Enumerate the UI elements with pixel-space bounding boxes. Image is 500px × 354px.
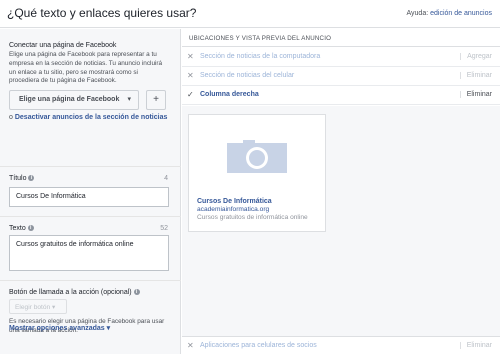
- advanced-label: Mostrar opciones avanzadas: [9, 325, 105, 332]
- check-icon: ✓: [187, 90, 194, 99]
- placement-mobile-news-feed[interactable]: ✕ Sección de noticias del celular Elimin…: [182, 67, 500, 86]
- deactivate-news-feed: o Desactivar anuncios de la sección de n…: [9, 113, 174, 122]
- placement-name: Sección de noticias de la computadora: [200, 53, 321, 60]
- add-page-button[interactable]: +: [146, 90, 166, 110]
- left-panel: Conectar una página de Facebook Elige un…: [0, 29, 181, 354]
- ad-image: [189, 115, 325, 195]
- deactivate-prefix: o: [9, 114, 13, 121]
- deactivate-news-feed-link[interactable]: Desactivar anuncios de la sección de not…: [15, 114, 168, 121]
- show-advanced-options-link[interactable]: Mostrar opciones avanzadas ▾: [9, 324, 110, 332]
- placement-name: Columna derecha: [200, 91, 259, 98]
- help-text: Ayuda: edición de anuncios: [406, 10, 492, 17]
- ad-title: Cursos De Informática: [197, 198, 272, 205]
- remove-placement-button[interactable]: Eliminar: [459, 72, 492, 79]
- title-char-count: 4: [164, 175, 168, 182]
- remove-placement-button[interactable]: Eliminar: [459, 91, 492, 98]
- placement-desktop-news-feed[interactable]: ✕ Sección de noticias de la computadora …: [182, 48, 500, 67]
- text-char-count: 52: [160, 225, 168, 232]
- close-icon: ✕: [187, 71, 194, 80]
- page-header: ¿Qué texto y enlaces quieres usar? Ayuda…: [0, 0, 500, 28]
- select-page-button[interactable]: Elige una página de Facebook ▾: [9, 90, 139, 110]
- help-link[interactable]: edición de anuncios: [430, 10, 492, 17]
- cta-label: Botón de llamada a la acción: [9, 289, 99, 296]
- close-icon: ✕: [187, 341, 194, 350]
- page-title: ¿Qué texto y enlaces quieres usar?: [7, 6, 197, 20]
- remove-placement-button[interactable]: Eliminar: [459, 342, 492, 349]
- title-input[interactable]: Cursos De Informática: [9, 187, 169, 207]
- preview-header: UBICACIONES Y VISTA PREVIA DEL ANUNCIO: [182, 29, 500, 47]
- info-icon[interactable]: i: [27, 225, 34, 231]
- page-connect-description: Elige una página de Facebook para repres…: [9, 51, 163, 85]
- page-connect-section: Conectar una página de Facebook Elige un…: [0, 29, 181, 166]
- close-icon: ✕: [187, 52, 194, 61]
- cta-section: Botón de llamada a la acción (opcional) …: [0, 280, 181, 343]
- page-connect-label: Conectar una página de Facebook: [9, 42, 117, 49]
- cta-optional: (opcional): [100, 289, 132, 296]
- title-section: Título i 4 Cursos De Informática: [0, 166, 181, 216]
- placement-name: Aplicaciones para celulares de socios: [200, 342, 317, 349]
- info-icon[interactable]: i: [28, 175, 35, 181]
- placement-right-column[interactable]: ✓ Columna derecha Eliminar: [182, 86, 500, 105]
- placement-name: Sección de noticias del celular: [200, 72, 295, 79]
- add-placement-button[interactable]: Agregar: [460, 53, 492, 60]
- title-label: Título: [9, 175, 27, 182]
- preview-header-title: UBICACIONES Y VISTA PREVIA DEL ANUNCIO: [189, 35, 332, 42]
- title-label-row: Título i: [9, 175, 35, 182]
- text-section: Texto i 52 Cursos gratuitos de informáti…: [0, 216, 181, 280]
- chevron-down-icon: ▾: [127, 96, 131, 103]
- chevron-down-icon: ▾: [52, 304, 56, 311]
- select-page-label: Elige una página de Facebook: [19, 96, 120, 103]
- choose-cta-button[interactable]: Elegir botón ▾: [9, 299, 67, 314]
- text-label: Texto: [9, 225, 26, 232]
- ad-preview-card: Cursos De Informática academiainformatic…: [188, 114, 326, 232]
- cta-label-row: Botón de llamada a la acción (opcional) …: [9, 289, 140, 296]
- text-label-row: Texto i: [9, 225, 34, 232]
- choose-cta-label: Elegir botón: [15, 304, 51, 311]
- text-input[interactable]: Cursos gratuitos de informática online: [9, 235, 169, 271]
- chevron-down-icon: ▾: [106, 325, 111, 332]
- placement-partner-apps[interactable]: ✕ Aplicaciones para celulares de socios …: [182, 336, 500, 354]
- info-icon[interactable]: i: [133, 289, 140, 295]
- help-prefix: Ayuda:: [406, 10, 429, 17]
- ad-text: Cursos gratuitos de informática online: [197, 214, 308, 221]
- camera-icon: [227, 140, 287, 173]
- ad-url: academiainformatica.org: [197, 206, 270, 213]
